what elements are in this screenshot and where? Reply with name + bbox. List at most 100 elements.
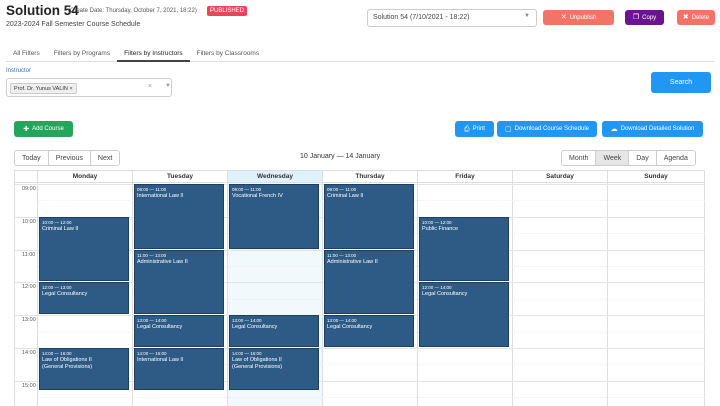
day-column-sunday[interactable] [608, 182, 705, 406]
status-badge: PUBLISHED [207, 6, 248, 16]
solution-select-value: Solution 54 (7/10/2021 - 18:22) [373, 14, 470, 21]
event-title: Legal Consultancy [232, 324, 278, 331]
week-calendar: Monday Tuesday Wednesday Thursday Friday Satu… [14, 170, 705, 406]
time-label: 13:00 [22, 317, 36, 324]
course-event[interactable]: 14:00 — 16:00 Law of Obligations II (Gene… [229, 348, 319, 390]
filter-tabs: All Filters Filters by Programs Filters … [6, 46, 714, 62]
download-solution-button[interactable]: ☁ Download Detailed Solution [602, 121, 703, 137]
unpublish-label: Unpublish [569, 14, 597, 21]
plus-icon: ✚ [23, 125, 30, 133]
instructor-tag[interactable]: Prof. Dr. Yunus VALIN × [10, 83, 77, 94]
close-icon: ✕ [560, 14, 567, 21]
event-title: International Law II [137, 357, 184, 363]
instructor-tag-label: Prof. Dr. Yunus VALIN [14, 85, 68, 92]
course-event[interactable]: 13:00 — 14:00 Legal Consultancy [229, 315, 319, 347]
download-schedule-label: Download Course Schedule [514, 126, 589, 132]
day-header-saturday: Saturday [513, 171, 608, 182]
course-event[interactable]: 14:00 — 16:00 Law of Obligations II (Gene… [39, 348, 129, 390]
unpublish-button[interactable]: ✕ Unpublish [543, 10, 614, 25]
course-event[interactable]: 10:00 — 12:00 Criminal Law II [39, 216, 129, 282]
previous-button[interactable]: Previous [48, 151, 91, 165]
print-button[interactable]: ⎙ Print [455, 121, 494, 137]
search-label: Search [669, 79, 693, 86]
chevron-down-icon: ▼ [524, 13, 530, 19]
add-course-button[interactable]: ✚ Add Course [14, 121, 73, 137]
event-title: Criminal Law II [42, 225, 79, 232]
course-event[interactable]: 09:00 — 11:00 International Law II [134, 184, 224, 249]
view-day-button[interactable]: Day [629, 151, 657, 165]
half-hour-line [38, 397, 705, 399]
view-month-button[interactable]: Month [562, 151, 597, 165]
copy-icon: ❐ [632, 14, 640, 21]
event-title: Legal Consultancy [327, 324, 373, 331]
next-button[interactable]: Next [90, 151, 120, 165]
trash-icon: ✖ [682, 14, 689, 21]
event-title: Law of Obligations II (General Provision… [42, 357, 93, 370]
date-range: 10 January — 14 January [300, 153, 381, 160]
delete-label: Delete [691, 14, 710, 21]
delete-button[interactable]: ✖ Delete [677, 10, 715, 25]
clear-icon[interactable]: × [148, 83, 152, 90]
header-divider [15, 182, 705, 183]
create-date: (Create Date: Thursday, October 7, 2021,… [68, 8, 197, 14]
event-title: Administrative Law II [137, 258, 188, 265]
day-header-tuesday: Tuesday [133, 171, 228, 182]
calendar-views: Month Week Day Agenda [561, 150, 696, 166]
course-event[interactable]: 10:00 — 12:00 Public Finance [419, 216, 509, 282]
day-header-friday: Friday [418, 171, 513, 182]
time-label: 12:00 [22, 284, 36, 291]
course-event[interactable]: 11:00 — 13:00 Administrative Law II [134, 249, 224, 315]
view-week-button[interactable]: Week [596, 151, 630, 165]
event-title: Legal Consultancy [422, 291, 468, 298]
cloud-download-icon: ☁ [610, 125, 618, 133]
event-title: Law of Obligations II (General Provision… [232, 357, 283, 370]
course-event[interactable]: 09:00 — 11:00 Criminal Law II [324, 184, 414, 249]
tab-filters-by-programs[interactable]: Filters by Programs [47, 46, 117, 62]
tab-filters-by-instructors[interactable]: Filters by Instructors [117, 46, 190, 62]
course-event[interactable]: 12:00 — 14:00 Legal Consultancy [419, 282, 509, 347]
instructor-select[interactable]: Prof. Dr. Yunus VALIN × × ▼ [6, 78, 172, 97]
day-column-saturday[interactable] [513, 182, 608, 406]
course-event[interactable]: 13:00 — 14:00 Legal Consultancy [134, 315, 224, 347]
download-solution-label: Download Detailed Solution [620, 126, 695, 132]
instructor-label: Instructor [6, 68, 32, 74]
calendar-nav: Today Previous Next [14, 150, 121, 166]
day-header-thursday: Thursday [323, 171, 418, 182]
printer-icon: ⎙ [464, 125, 470, 133]
day-header-wednesday: Wednesday [228, 171, 323, 182]
course-event[interactable]: 14:00 — 16:00 International Law II [134, 348, 224, 390]
time-label: 09:00 [22, 186, 36, 192]
tag-remove-icon[interactable]: × [69, 86, 72, 92]
print-label: Print [472, 126, 485, 132]
copy-label: Copy [642, 14, 657, 21]
tab-filters-by-classrooms[interactable]: Filters by Classrooms [190, 46, 266, 62]
day-header-sunday: Sunday [608, 171, 705, 182]
page-subtitle: 2023-2024 Fall Semester Course Schedule [6, 21, 141, 28]
today-button[interactable]: Today [15, 151, 49, 165]
file-icon: ▢ [504, 125, 512, 133]
time-label: 14:00 [22, 350, 36, 356]
time-label: 11:00 [22, 251, 36, 258]
event-title: Legal Consultancy [42, 291, 88, 298]
event-title: Vocational French IV [232, 193, 283, 199]
course-event[interactable]: 13:00 — 14:00 Legal Consultancy [324, 315, 414, 347]
event-title: International Law II [137, 193, 184, 199]
event-title: Public Finance [422, 225, 459, 232]
event-title: Administrative Law II [327, 258, 378, 265]
course-event[interactable]: 11:00 — 13:00 Administrative Law II [324, 249, 414, 315]
view-agenda-button[interactable]: Agenda [656, 151, 695, 165]
day-header-monday: Monday [38, 171, 133, 182]
time-label: 10:00 [22, 218, 36, 225]
time-label: 15:00 [22, 382, 36, 389]
tab-all-filters[interactable]: All Filters [6, 46, 47, 62]
event-title: Criminal Law II [327, 193, 364, 199]
download-schedule-button[interactable]: ▢ Download Course Schedule [497, 121, 597, 137]
course-event[interactable]: 12:00 — 13:00 Legal Consultancy [39, 282, 129, 315]
solution-select[interactable]: Solution 54 (7/10/2021 - 18:22) ▼ [367, 9, 537, 27]
add-course-label: Add Course [32, 126, 64, 132]
chevron-down-icon[interactable]: ▼ [165, 83, 171, 89]
search-button[interactable]: Search [651, 72, 711, 93]
event-title: Legal Consultancy [137, 324, 183, 331]
course-event[interactable]: 09:00 — 11:00 Vocational French IV [229, 184, 319, 249]
copy-button[interactable]: ❐ Copy [625, 10, 664, 25]
